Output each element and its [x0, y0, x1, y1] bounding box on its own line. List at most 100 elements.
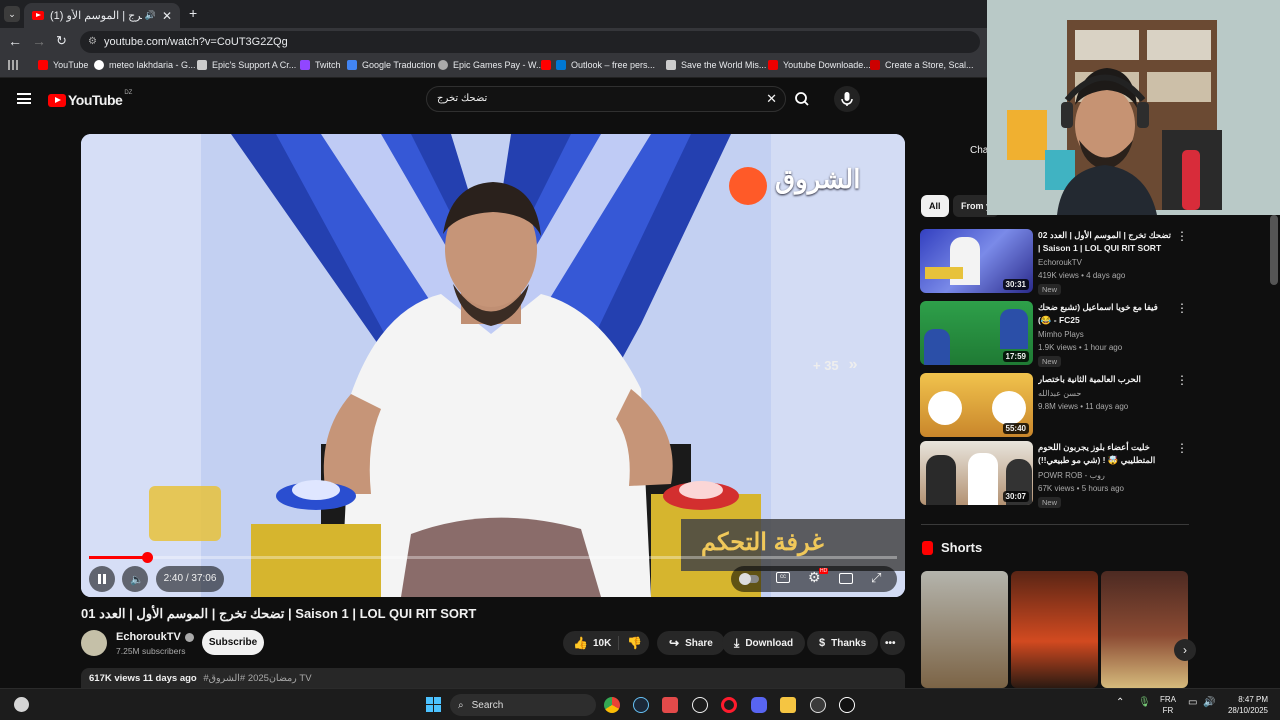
- bookmark-youtube[interactable]: YouTube: [38, 60, 88, 70]
- taskbar-search[interactable]: ⌕ Search: [450, 694, 596, 716]
- clock-time: 8:47 PM: [1238, 695, 1268, 704]
- progress-bar[interactable]: [89, 552, 897, 563]
- video-duration: 17:59: [1002, 351, 1029, 362]
- apps-grid-icon[interactable]: [8, 60, 18, 70]
- google-icon: [94, 60, 104, 70]
- epic-icon: [197, 60, 207, 70]
- more-options-icon[interactable]: ⋮: [1176, 229, 1188, 243]
- reload-icon[interactable]: ↻: [56, 33, 67, 49]
- voice-search-button[interactable]: [834, 86, 860, 112]
- video-duration: 55:40: [1002, 423, 1029, 434]
- short-1[interactable]: [921, 571, 1008, 688]
- more-options-icon[interactable]: ⋮: [1176, 373, 1188, 387]
- fullscreen-icon[interactable]: ⤢: [871, 570, 881, 586]
- dislike-button[interactable]: 👎: [619, 636, 642, 650]
- skip-label: + 35: [813, 357, 839, 373]
- new-tab-button[interactable]: +: [189, 5, 197, 21]
- new-badge: New: [1038, 356, 1062, 367]
- like-button[interactable]: 👍 10K: [563, 636, 619, 650]
- thanks-icon: $: [819, 637, 826, 649]
- related-video-1[interactable]: 30:31 تضحك تخرج | الموسم الأول | العدد 0…: [920, 229, 1190, 295]
- scrollbar[interactable]: [1270, 215, 1278, 285]
- search-button[interactable]: [787, 86, 817, 112]
- thanks-button[interactable]: $ Thanks: [807, 631, 879, 655]
- bookmark-save-the-world[interactable]: Save the World Mis...: [666, 60, 766, 70]
- video-meta: 419K views • 4 days ago: [1038, 271, 1126, 280]
- more-actions-button[interactable]: •••: [880, 631, 905, 655]
- steam-icon[interactable]: [633, 697, 649, 713]
- bookmark-meteo[interactable]: meteo lakhdaria - G...: [94, 60, 196, 70]
- youtube-logo[interactable]: YouTube DZ: [48, 90, 132, 108]
- short-3[interactable]: [1101, 571, 1188, 688]
- related-video-3[interactable]: 55:40 الحرب العالمية الثانية باختصار حسن…: [920, 373, 1190, 437]
- volume-tray-icon[interactable]: 🔊: [1203, 697, 1215, 708]
- related-video-2[interactable]: 17:59 فيفا مع خويا اسماعيل (تشبع ضحك 😂) …: [920, 301, 1190, 367]
- video-title: تضحك تخرج | الموسم الأول | العدد 01 | Sa…: [81, 606, 477, 621]
- more-options-icon[interactable]: ⋮: [1176, 301, 1188, 315]
- download-icon: ⤓: [734, 635, 740, 650]
- download-button[interactable]: ⤓ Download: [722, 631, 806, 655]
- share-button[interactable]: ↪ Share: [657, 631, 725, 655]
- volume-button[interactable]: 🔈: [122, 566, 148, 592]
- more-options-icon[interactable]: ⋮: [1176, 441, 1188, 455]
- language-indicator[interactable]: FRA FR: [1160, 694, 1176, 716]
- tab-list-chevron-icon[interactable]: ⌄: [4, 6, 20, 22]
- browser-tab[interactable]: (1) تضحك تخرج | الموسم الأو 🔊 ✕: [24, 3, 180, 28]
- bookmark-youtube-downloader[interactable]: Youtube Downloade...: [768, 60, 871, 70]
- chatgpt-icon[interactable]: [692, 697, 708, 713]
- url-bar[interactable]: ⚙ youtube.com/watch?v=CoUT3G2ZQg: [80, 31, 980, 53]
- start-button[interactable]: [426, 697, 441, 712]
- speaker-icon[interactable]: 🔊: [145, 10, 156, 21]
- bookmark-epic-support[interactable]: Epic's Support A Cr...: [197, 60, 296, 70]
- youtube-play-icon: [48, 93, 66, 107]
- pause-button[interactable]: [89, 566, 115, 592]
- video-player[interactable]: الشروق + 35 » غرفة التحكم 🔈 2:40 / 37:06…: [81, 134, 905, 597]
- video-title: فيفا مع خويا اسماعيل (تشبع ضحك 😂) - FC25: [1038, 302, 1158, 325]
- hashtags: #رمضان2025 #الشروق TV: [203, 673, 312, 684]
- captions-icon[interactable]: cc: [776, 572, 790, 583]
- clock[interactable]: 8:47 PM 28/10/2025: [1220, 694, 1268, 716]
- bookmark-outlook[interactable]: Outlook – free pers...: [541, 60, 655, 70]
- download-icon: [768, 60, 778, 70]
- translate-icon: [347, 60, 357, 70]
- tray-chevron-icon[interactable]: ⌃: [1116, 697, 1124, 708]
- network-icon[interactable]: ▭: [1188, 697, 1197, 708]
- short-2[interactable]: [1011, 571, 1098, 688]
- bookmark-create-store[interactable]: Create a Store, Scal...: [870, 60, 974, 70]
- autoplay-toggle[interactable]: [739, 573, 759, 585]
- related-video-4[interactable]: 30:07 خليت أعضاء بلوز يجربون اللحوم المت…: [920, 441, 1190, 508]
- video-thumbnail: 55:40: [920, 373, 1033, 437]
- site-info-icon[interactable]: ⚙: [88, 31, 97, 53]
- video-title: خليت أعضاء بلوز يجربون اللحوم المتطليبي …: [1038, 442, 1156, 465]
- miniplayer-icon[interactable]: [839, 573, 853, 584]
- unreal-icon[interactable]: [839, 697, 855, 713]
- clear-search-icon[interactable]: ✕: [766, 87, 777, 111]
- twitch-icon: [300, 60, 310, 70]
- url-text: youtube.com/watch?v=CoUT3G2ZQg: [104, 36, 288, 48]
- bookmark-google-traduction[interactable]: Google Traduction: [347, 60, 436, 70]
- microphone-tray-icon[interactable]: 🎙: [1138, 697, 1151, 708]
- back-icon[interactable]: ←: [8, 33, 22, 49]
- bookmark-twitch[interactable]: Twitch: [300, 60, 341, 70]
- channel-avatar[interactable]: [81, 630, 107, 656]
- file-explorer-icon[interactable]: [780, 697, 796, 713]
- snipping-tool-icon[interactable]: [662, 697, 678, 713]
- shorts-icon: [922, 540, 933, 555]
- menu-icon[interactable]: [17, 93, 31, 104]
- chrome-icon[interactable]: [604, 697, 620, 713]
- channel-name[interactable]: EchoroukTV: [116, 631, 194, 643]
- shorts-label: Shorts: [941, 540, 983, 555]
- opera-icon[interactable]: [721, 697, 737, 713]
- widgets-icon[interactable]: [14, 697, 29, 712]
- obs-icon[interactable]: [810, 697, 826, 713]
- chip-all[interactable]: All: [921, 195, 949, 217]
- bookmark-epic-games-pay[interactable]: Epic Games Pay - W...: [438, 60, 544, 70]
- description-box[interactable]: 617K views 11 days ago #رمضان2025 #الشرو…: [81, 668, 905, 690]
- search-input[interactable]: تضحك تخرج ✕: [426, 86, 786, 112]
- thumbs-up-icon: 👍: [573, 636, 588, 650]
- subscribe-button[interactable]: Subscribe: [202, 630, 264, 655]
- tab-close-icon[interactable]: ✕: [162, 9, 172, 23]
- discord-icon[interactable]: [751, 697, 767, 713]
- shorts-next-button[interactable]: ›: [1174, 639, 1196, 661]
- forward-icon[interactable]: →: [32, 33, 46, 49]
